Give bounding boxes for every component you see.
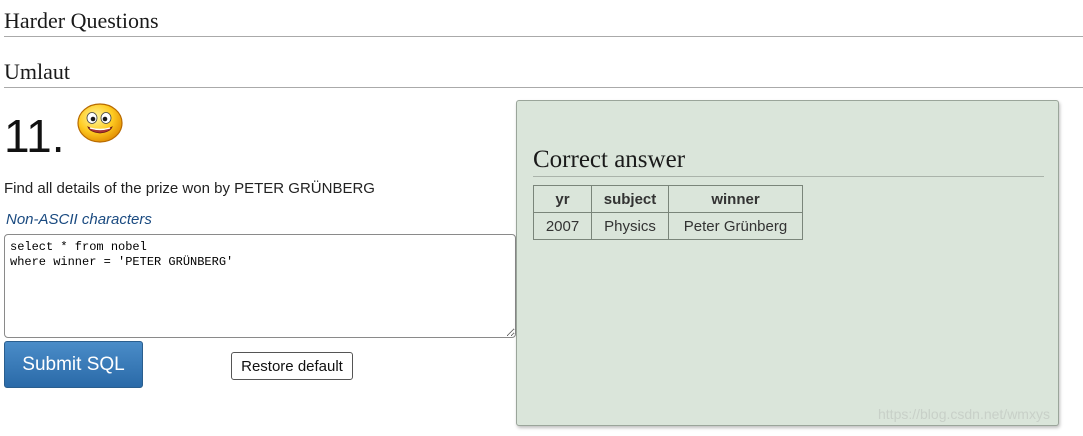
smiley-face-icon — [77, 103, 123, 143]
column-header-yr: yr — [533, 185, 592, 213]
cell-subject: Physics — [591, 212, 669, 240]
section-heading-harder-questions: Harder Questions — [4, 8, 1083, 37]
sql-input[interactable]: select * from nobel where winner = 'PETE… — [4, 234, 516, 338]
cell-winner: Peter Grünberg — [668, 212, 803, 240]
column-header-winner: winner — [668, 185, 803, 213]
non-ascii-characters-link[interactable]: Non-ASCII characters — [6, 211, 152, 229]
restore-default-button[interactable]: Restore default — [231, 352, 353, 380]
answer-title: Correct answer — [533, 145, 1044, 177]
submit-sql-button[interactable]: Submit SQL — [4, 341, 143, 388]
table-header-row: yr subject winner — [533, 185, 803, 213]
section-heading-umlaut: Umlaut — [4, 59, 1083, 88]
table-row: 2007 Physics Peter Grünberg — [533, 212, 803, 240]
cell-yr: 2007 — [533, 212, 592, 240]
answer-panel: Correct answer yr subject winner 2007 Ph… — [516, 100, 1059, 426]
question-number: 11. — [4, 110, 65, 162]
column-header-subject: subject — [591, 185, 669, 213]
watermark: https://blog.csdn.net/wmxys — [878, 406, 1050, 422]
answer-table: yr subject winner 2007 Physics Peter Grü… — [533, 185, 803, 240]
question-text: Find all details of the prize won by PET… — [4, 180, 375, 197]
